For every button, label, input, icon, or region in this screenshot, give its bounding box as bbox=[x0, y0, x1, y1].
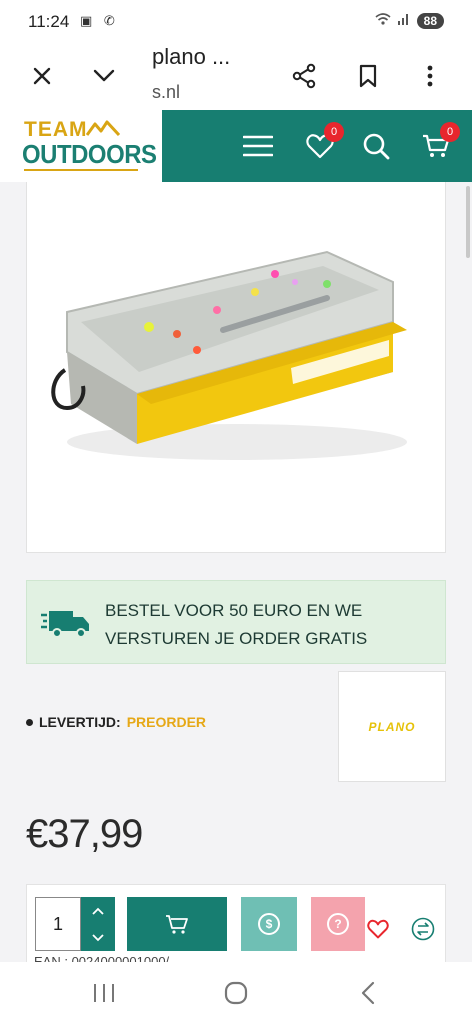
price-alert-button[interactable]: $ bbox=[241, 897, 297, 951]
battery-indicator: 88 bbox=[416, 12, 444, 29]
cart-button[interactable]: 0 bbox=[418, 122, 460, 164]
ask-question-button[interactable]: ? bbox=[311, 897, 365, 951]
brand-logo: PLANO bbox=[368, 719, 416, 734]
product-image[interactable] bbox=[26, 182, 446, 553]
delivery-value: PREORDER bbox=[126, 714, 207, 730]
close-tab-button[interactable] bbox=[22, 56, 62, 96]
cart-icon bbox=[166, 915, 188, 934]
wishlist-button[interactable]: 0 bbox=[302, 122, 344, 164]
chevron-down-icon bbox=[93, 69, 115, 82]
shipping-text: BESTEL VOOR 50 EURO EN WE VERSTUREN JE O… bbox=[105, 601, 368, 648]
add-to-cart-panel: 1 $ ? bbox=[26, 884, 446, 962]
page-content: BESTEL VOOR 50 EURO EN WE VERSTUREN JE O… bbox=[0, 182, 472, 962]
bullet bbox=[26, 718, 33, 726]
search-button[interactable] bbox=[358, 128, 394, 164]
ean-code: EAN : 0024000001000/ bbox=[34, 954, 170, 962]
cart-count-badge: 0 bbox=[440, 122, 460, 142]
wishlist-count-badge: 0 bbox=[324, 122, 344, 142]
recents-icon bbox=[94, 984, 114, 1002]
notification-icons: ▣ ✆ bbox=[80, 13, 119, 28]
brand-logo-box[interactable]: PLANO bbox=[338, 671, 446, 782]
status-time: 11:24 bbox=[28, 12, 70, 31]
logo-mountain-icon bbox=[86, 120, 120, 136]
scrollbar-thumb[interactable] bbox=[466, 186, 470, 258]
bookmark-icon bbox=[359, 64, 377, 88]
signal-icon bbox=[397, 12, 411, 29]
logo-outdoors-text: OUTDOORS bbox=[22, 139, 157, 169]
hamburger-icon bbox=[243, 135, 273, 157]
add-to-cart-button[interactable] bbox=[127, 897, 227, 951]
close-icon bbox=[33, 67, 51, 85]
back-button[interactable] bbox=[344, 976, 392, 1010]
home-button[interactable] bbox=[212, 976, 260, 1010]
recent-apps-button[interactable] bbox=[80, 976, 128, 1010]
back-icon bbox=[361, 981, 375, 1005]
delivery-time: LEVERTIJD: PREORDER bbox=[26, 714, 206, 730]
browser-toolbar: plano ... s.nl bbox=[0, 40, 472, 110]
wifi-icon bbox=[375, 12, 391, 29]
more-options-button[interactable] bbox=[410, 56, 450, 96]
product-price: €37,99 bbox=[26, 812, 143, 856]
more-vertical-icon bbox=[427, 65, 433, 87]
heart-icon[interactable] bbox=[367, 919, 389, 939]
delivery-truck-icon bbox=[41, 611, 89, 638]
tackle-box-image bbox=[51, 250, 407, 460]
chevron-up-icon[interactable] bbox=[92, 907, 104, 915]
share-button[interactable] bbox=[284, 56, 324, 96]
header-nav-bar: 0 0 bbox=[162, 110, 472, 182]
site-logo[interactable]: TEAM OUTDOORS bbox=[0, 110, 162, 182]
delivery-label: LEVERTIJD: bbox=[39, 714, 121, 730]
quantity-stepper[interactable] bbox=[81, 897, 115, 951]
system-navigation-bar bbox=[0, 962, 472, 1024]
free-shipping-banner: BESTEL VOOR 50 EURO EN WE VERSTUREN JE O… bbox=[26, 580, 446, 664]
share-icon bbox=[292, 63, 316, 89]
status-right: 88 bbox=[375, 12, 444, 29]
chevron-down-icon[interactable] bbox=[92, 933, 104, 942]
status-bar: 11:24 ▣ ✆ 88 bbox=[0, 0, 472, 40]
search-icon bbox=[363, 133, 390, 160]
menu-button[interactable] bbox=[240, 128, 276, 164]
compare-icon[interactable] bbox=[411, 917, 435, 941]
dollar-icon: $ bbox=[258, 913, 280, 935]
url-domain[interactable]: s.nl bbox=[152, 82, 180, 103]
page-title[interactable]: plano ... bbox=[152, 44, 230, 70]
quantity-input[interactable]: 1 bbox=[35, 897, 81, 951]
logo-underline bbox=[24, 169, 138, 171]
home-icon bbox=[224, 981, 248, 1005]
question-icon: ? bbox=[327, 913, 349, 935]
site-header: TEAM OUTDOORS 0 0 bbox=[0, 110, 472, 182]
expand-url-button[interactable] bbox=[84, 56, 124, 96]
bookmark-button[interactable] bbox=[348, 56, 388, 96]
